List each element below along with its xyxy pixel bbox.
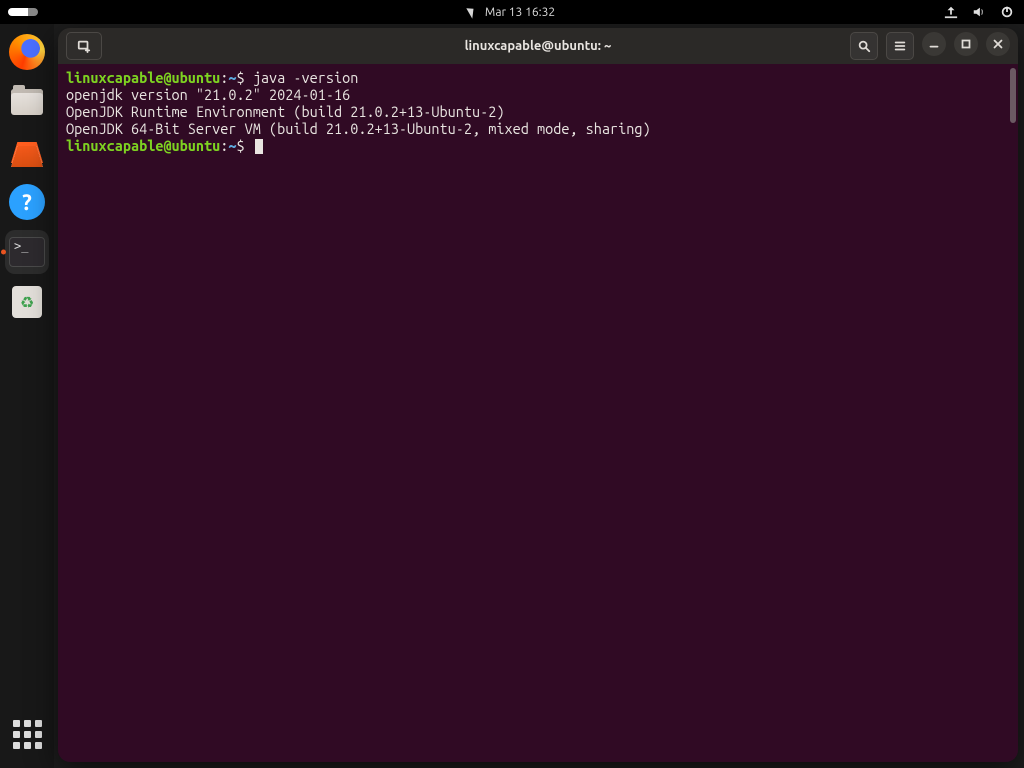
running-indicator bbox=[1, 250, 6, 255]
activities-button[interactable] bbox=[8, 8, 38, 16]
files-icon bbox=[11, 89, 43, 115]
minimize-icon bbox=[927, 37, 941, 51]
dock: ? bbox=[0, 24, 54, 768]
volume-icon bbox=[972, 5, 986, 19]
hamburger-icon bbox=[893, 39, 907, 53]
window-titlebar[interactable]: linuxcapable@ubuntu: ~ bbox=[58, 28, 1018, 64]
terminal-viewport[interactable]: linuxcapable@ubuntu:~$ java -versionopen… bbox=[58, 64, 1018, 762]
datetime-text: Mar 13 16:32 bbox=[485, 6, 555, 19]
minimize-button[interactable] bbox=[922, 32, 946, 56]
hamburger-menu-button[interactable] bbox=[886, 32, 914, 60]
dock-item-help[interactable]: ? bbox=[5, 180, 49, 224]
new-tab-icon bbox=[77, 39, 91, 53]
help-icon: ? bbox=[9, 184, 45, 220]
new-tab-button[interactable] bbox=[66, 32, 102, 60]
software-center-icon bbox=[11, 137, 43, 167]
power-icon bbox=[1000, 5, 1014, 19]
close-icon bbox=[991, 37, 1005, 51]
search-button[interactable] bbox=[850, 32, 878, 60]
dock-item-trash[interactable] bbox=[5, 280, 49, 324]
maximize-icon bbox=[959, 37, 973, 51]
network-icon bbox=[944, 5, 958, 19]
cursor-icon bbox=[466, 5, 477, 18]
clock[interactable]: Mar 13 16:32 bbox=[469, 6, 555, 19]
scrollbar-thumb[interactable] bbox=[1010, 68, 1016, 123]
window-title: linuxcapable@ubuntu: ~ bbox=[465, 39, 612, 53]
terminal-icon bbox=[9, 237, 45, 267]
status-area[interactable] bbox=[944, 5, 1014, 19]
top-panel: Mar 13 16:32 bbox=[0, 0, 1024, 24]
dock-item-files[interactable] bbox=[5, 80, 49, 124]
dock-item-software[interactable] bbox=[5, 130, 49, 174]
show-applications-button[interactable] bbox=[5, 712, 49, 756]
close-button[interactable] bbox=[986, 32, 1010, 56]
dock-item-firefox[interactable] bbox=[5, 30, 49, 74]
maximize-button[interactable] bbox=[954, 32, 978, 56]
firefox-icon bbox=[9, 34, 45, 70]
search-icon bbox=[857, 39, 871, 53]
trash-icon bbox=[12, 286, 42, 318]
terminal-window: linuxcapable@ubuntu: ~ linuxcapable@ubun… bbox=[58, 28, 1018, 762]
dock-item-terminal[interactable] bbox=[5, 230, 49, 274]
